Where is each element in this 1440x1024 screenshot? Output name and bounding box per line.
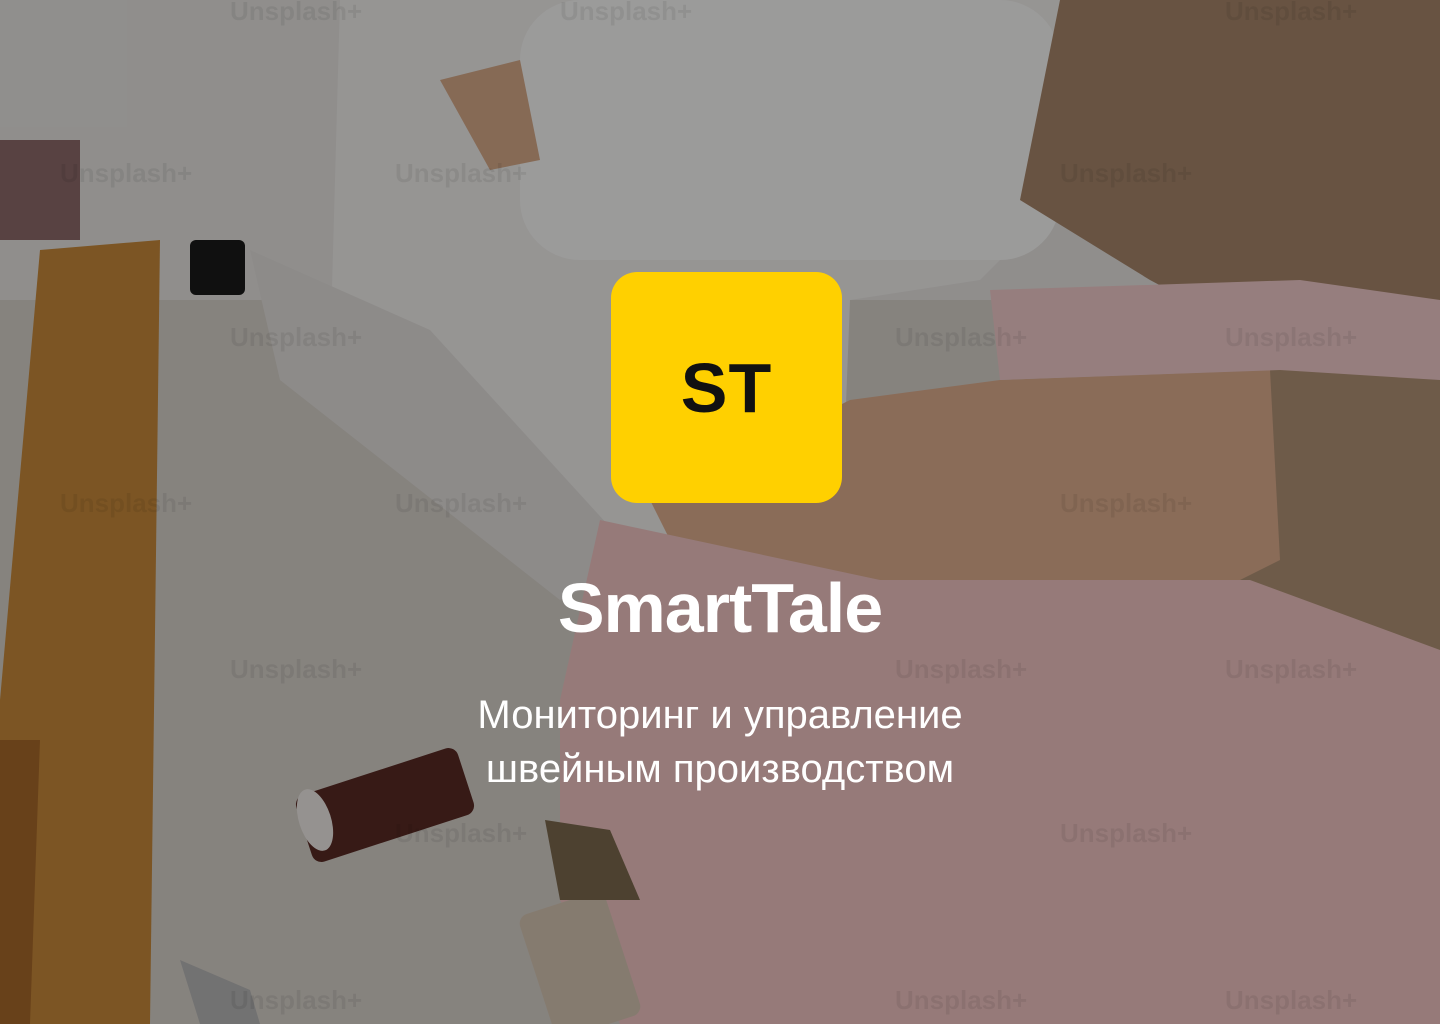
brand-block: ST SmartTale Мониторинг и управление шве…: [0, 0, 1440, 1024]
tagline-line-2: швейным производством: [485, 747, 955, 791]
logo-monogram: ST: [680, 348, 773, 427]
splash-screen: Unsplash+ Unsplash+ Unsplash+ Unsplash+ …: [0, 0, 1440, 1024]
app-title: SmartTale: [557, 569, 883, 647]
app-tagline: Мониторинг и управление швейным производ…: [0, 688, 1440, 796]
app-logo: ST: [611, 272, 842, 503]
tagline-line-1: Мониторинг и управление: [477, 693, 963, 737]
